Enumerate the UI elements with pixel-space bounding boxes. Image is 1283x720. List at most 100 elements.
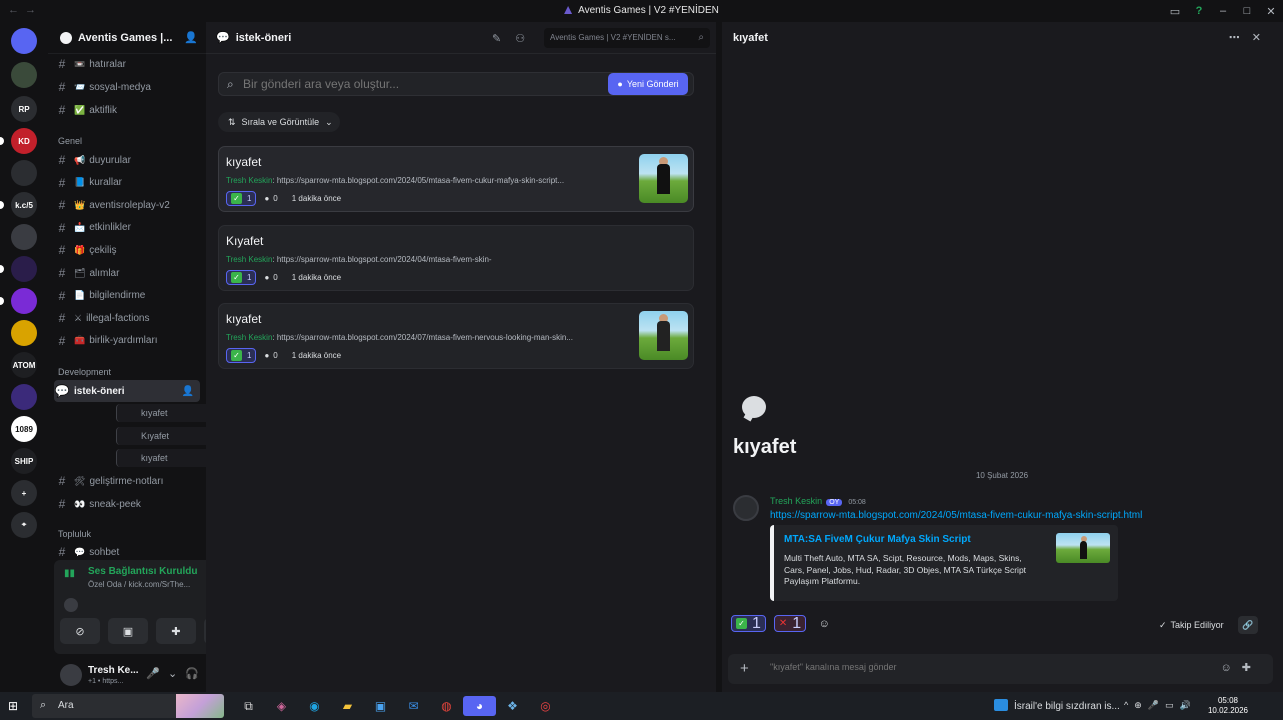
- category-label[interactable]: Genel: [58, 136, 82, 146]
- header-tools[interactable]: ✎⚇: [492, 32, 539, 45]
- sidebar-item-channel[interactable]: # 📘 kurallar: [54, 173, 200, 193]
- sidebar-item-channel[interactable]: # 👀 sneak-peek: [54, 494, 200, 514]
- composer-tools[interactable]: ☺✚: [1221, 661, 1261, 674]
- screen-share-icon[interactable]: ▣: [108, 618, 148, 644]
- system-tray-icons[interactable]: ^⊕🎤▭🔊: [1124, 700, 1197, 711]
- sidebar-item-channel[interactable]: # 📩 etkinlikler: [54, 218, 200, 238]
- chrome-icon[interactable]: ◍: [430, 696, 463, 716]
- reaction-x[interactable]: ✕ 1: [773, 615, 807, 632]
- title-bar: ←→ Aventis Games | V2 #YENİDEN ▭ ? – □ ✕: [0, 0, 1283, 22]
- embed-thumbnail[interactable]: [1056, 533, 1110, 563]
- close-window-button[interactable]: ✕: [1259, 5, 1283, 18]
- sidebar-item-channel[interactable]: # 🎁 çekiliş: [54, 240, 200, 260]
- embed-title[interactable]: MTA:SA FiveM Çukur Mafya Skin Script: [784, 534, 971, 545]
- windows-start-icon[interactable]: ⊞: [8, 699, 18, 713]
- server-icon[interactable]: [11, 288, 37, 314]
- server-icon[interactable]: k.c/5: [11, 192, 37, 218]
- server-icon[interactable]: ATOM: [11, 352, 37, 378]
- app-icon[interactable]: ❖: [496, 696, 529, 716]
- news-widget[interactable]: İsrail'e bilgi sızdıran is...: [994, 699, 1120, 712]
- store-icon[interactable]: ▣: [364, 696, 397, 716]
- thread-header-actions[interactable]: ⋯✕: [1229, 31, 1273, 44]
- forum-post[interactable]: Kıyafet Tresh Keskin: https://sparrow-mta…: [218, 225, 694, 291]
- message-author[interactable]: Tresh Keskin OY 05:08: [770, 496, 866, 506]
- server-icon[interactable]: [11, 256, 37, 282]
- add-attachment-icon[interactable]: +: [740, 660, 749, 677]
- discord-icon[interactable]: [11, 28, 37, 54]
- server-icon[interactable]: [11, 384, 37, 410]
- minimize-button[interactable]: –: [1211, 5, 1235, 17]
- help-icon[interactable]: ?: [1187, 5, 1211, 17]
- avatar[interactable]: [60, 664, 82, 686]
- post-search-input[interactable]: [243, 77, 603, 91]
- server-icon[interactable]: [11, 320, 37, 346]
- add-member-icon[interactable]: 👤: [182, 386, 194, 397]
- category-label[interactable]: Topluluk: [58, 529, 91, 539]
- sidebar-item-channel[interactable]: # 📨 sosyal-medya: [54, 77, 200, 97]
- reaction-check[interactable]: ✓ 1: [226, 348, 257, 363]
- message-input[interactable]: [770, 662, 1170, 672]
- add-reaction-icon[interactable]: ☺: [814, 615, 834, 632]
- server-icon[interactable]: [11, 62, 37, 88]
- forum-post[interactable]: kıyafet Tresh Keskin: https://sparrow-mta…: [218, 146, 694, 212]
- user-name[interactable]: Tresh Ke...: [88, 665, 139, 676]
- voice-user-avatar[interactable]: [64, 598, 78, 612]
- invite-icon[interactable]: 👤: [184, 31, 198, 44]
- sidebar-thread[interactable]: kıyafet: [116, 404, 216, 422]
- server-icon[interactable]: [11, 160, 37, 186]
- channel-emoji-icon: 📩: [74, 222, 86, 233]
- server-icon[interactable]: SHIP: [11, 448, 37, 474]
- forum-post[interactable]: kıyafet Tresh Keskin: https://sparrow-mta…: [218, 303, 694, 369]
- sidebar-item-channel[interactable]: # ✅ aktiflik: [54, 100, 200, 120]
- sidebar-item-istek-oneri[interactable]: 💬 istek-öneri 👤: [54, 380, 200, 402]
- server-icon[interactable]: 1089: [11, 416, 37, 442]
- discord-taskbar-icon[interactable]: ◕: [463, 696, 496, 716]
- voice-status[interactable]: Ses Bağlantısı Kuruldu: [88, 566, 197, 577]
- server-icon[interactable]: RP: [11, 96, 37, 122]
- sidebar-item-channel[interactable]: # 🛠 geliştirme-notları: [54, 471, 200, 491]
- maximize-button[interactable]: □: [1235, 5, 1259, 17]
- sidebar-thread[interactable]: Kıyafet: [116, 426, 216, 445]
- clock[interactable]: 05:08 10.02.2026: [1206, 696, 1250, 716]
- voice-channel[interactable]: Özel Oda / kick.com/SrThe...: [88, 580, 190, 589]
- new-post-button[interactable]: ● Yeni Gönderi: [608, 73, 688, 95]
- sidebar-item-channel[interactable]: # 🧰 birlik-yardımları: [54, 331, 200, 351]
- taskbar-search[interactable]: ⌕ Ara: [32, 694, 224, 718]
- channel-sidebar: Aventis Games |... 👤 # 📼 hatıralar # 📨 sosyal…: [48, 22, 250, 692]
- reaction-check[interactable]: ✓ 1: [731, 615, 766, 632]
- sidebar-item-channel[interactable]: # ⚔ illegal-factions: [54, 308, 200, 328]
- edge-icon[interactable]: ◉: [298, 696, 331, 716]
- discover-icon[interactable]: ⌖: [11, 512, 37, 538]
- sidebar-item-channel[interactable]: # 💬 sohbet: [54, 542, 200, 562]
- server-icon[interactable]: KD: [11, 128, 37, 154]
- sidebar-thread[interactable]: kıyafet: [116, 449, 216, 467]
- file-explorer-icon[interactable]: ▰: [331, 696, 364, 716]
- inbox-icon[interactable]: ▭: [1163, 5, 1187, 18]
- activities-icon[interactable]: ✚: [156, 618, 196, 644]
- category-label[interactable]: Development: [58, 367, 111, 377]
- link-icon[interactable]: 🔗: [1237, 616, 1258, 634]
- task-view-icon[interactable]: ⧉: [232, 696, 265, 716]
- search-input[interactable]: Aventis Games | V2 #YENİDEN s... ⌕: [544, 28, 710, 48]
- hash-icon: #: [58, 153, 66, 167]
- sort-button[interactable]: ⇅ Sırala ve Görüntüle ⌄: [218, 112, 340, 132]
- copilot-icon[interactable]: ◈: [265, 696, 298, 716]
- server-header[interactable]: Aventis Games |... 👤: [48, 22, 206, 54]
- sidebar-item-channel[interactable]: # 📢 duyurular: [54, 150, 200, 170]
- app-icon-2[interactable]: ◎: [529, 696, 562, 716]
- avatar[interactable]: [733, 495, 759, 521]
- mail-icon[interactable]: ✉: [397, 696, 430, 716]
- reaction-check[interactable]: ✓ 1: [226, 270, 257, 285]
- sidebar-item-channel[interactable]: # 📼 hatıralar: [54, 54, 200, 74]
- thread-header: kıyafet ⋯✕: [722, 22, 1283, 54]
- server-icon[interactable]: [11, 224, 37, 250]
- reaction-check[interactable]: ✓ 1: [226, 191, 257, 206]
- sidebar-item-channel[interactable]: # 🗂 alımlar: [54, 263, 200, 283]
- sidebar-item-channel[interactable]: # 📄 bilgilendirme: [54, 286, 200, 306]
- sidebar-item-channel[interactable]: # 👑 aventisroleplay-v2: [54, 195, 200, 215]
- message-link[interactable]: https://sparrow-mta.blogspot.com/2024/05…: [770, 510, 1142, 521]
- camera-off-icon[interactable]: ⊘: [60, 618, 100, 644]
- add-server-icon[interactable]: +: [11, 480, 37, 506]
- check-icon: ✓: [1159, 619, 1167, 630]
- follow-button[interactable]: ✓ Takip Ediliyor 🔗: [1159, 616, 1258, 634]
